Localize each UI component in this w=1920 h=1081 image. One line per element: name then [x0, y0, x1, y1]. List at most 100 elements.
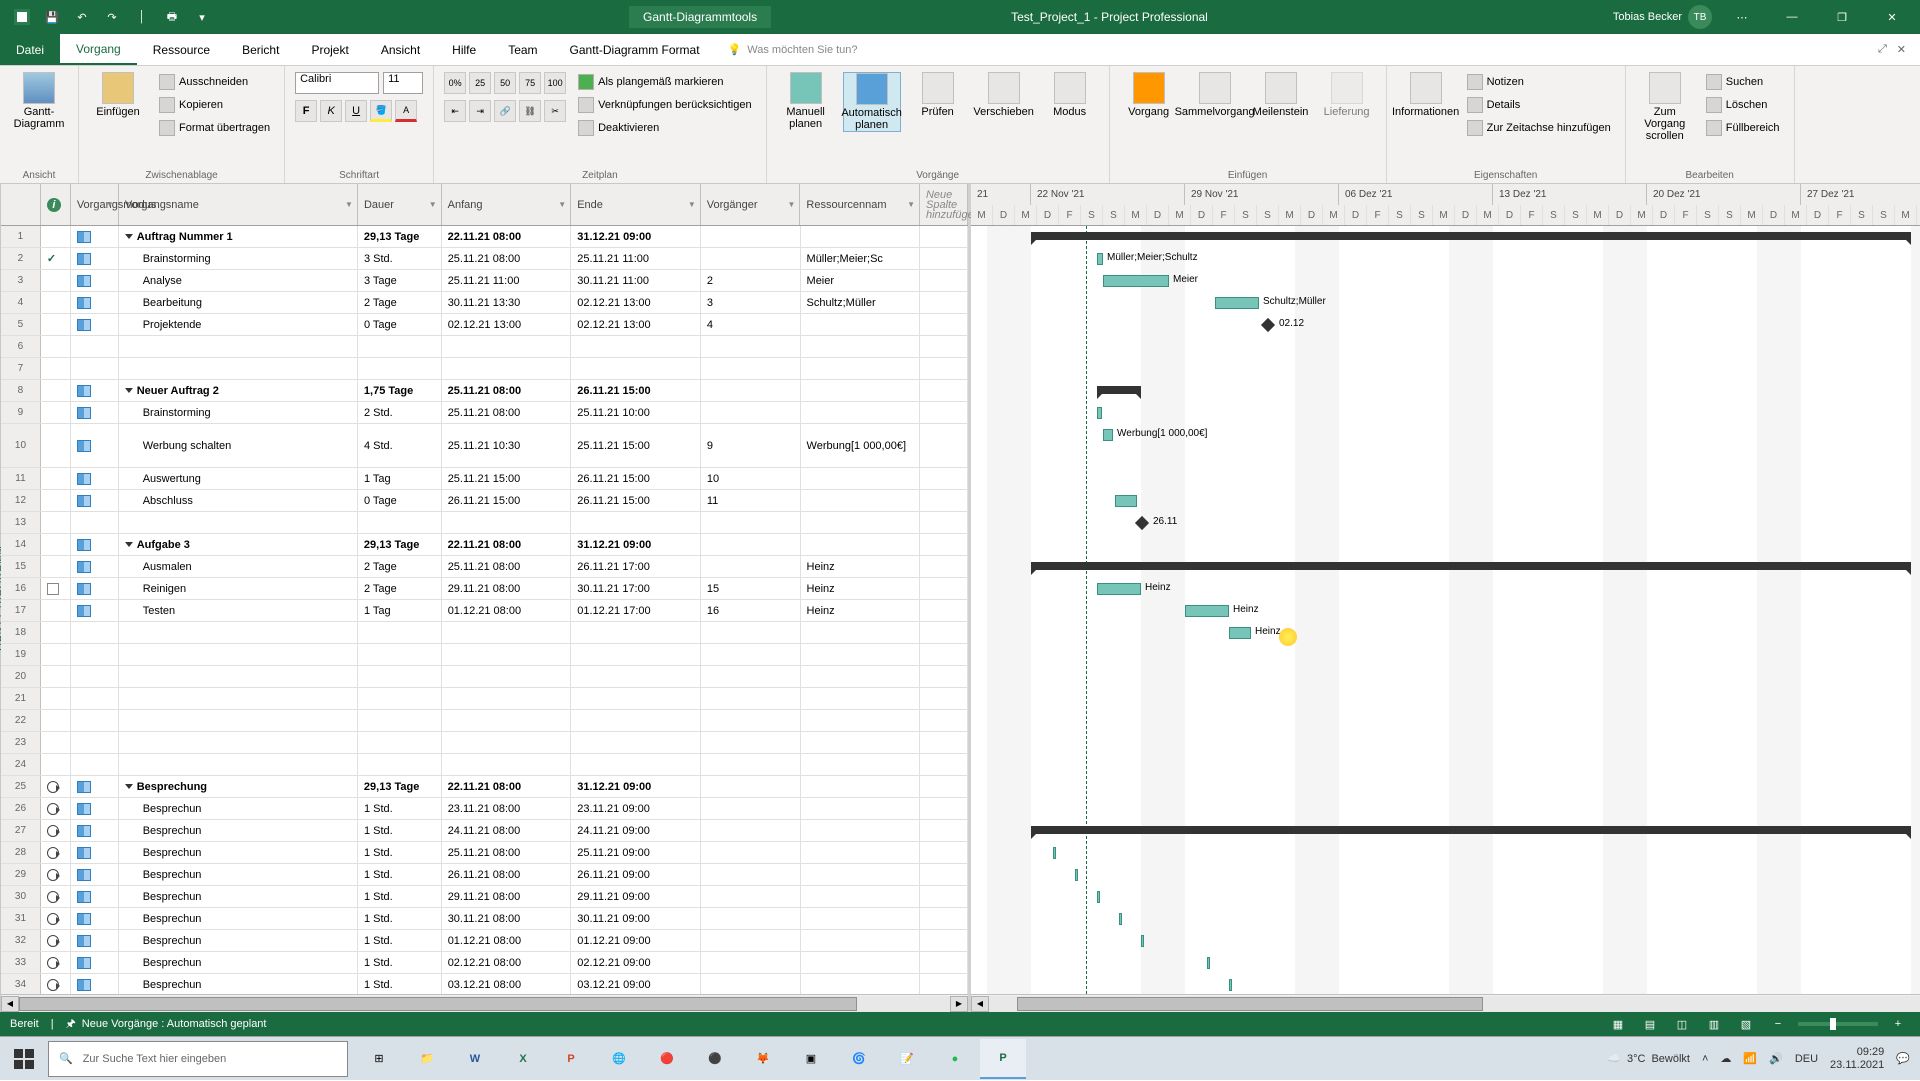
duration-cell[interactable]: 2 Tage [358, 556, 442, 577]
mode-cell[interactable] [71, 380, 119, 401]
app-icon[interactable] [10, 5, 34, 29]
row-number[interactable]: 21 [1, 688, 41, 709]
name-cell[interactable]: Besprechun [119, 886, 358, 907]
end-cell[interactable]: 02.12.21 13:00 [571, 314, 701, 335]
gantt-task-bar[interactable] [1103, 429, 1113, 441]
end-cell[interactable] [571, 512, 701, 533]
mode-cell[interactable] [71, 908, 119, 929]
indicator-cell[interactable] [41, 336, 71, 357]
gantt-task-bar[interactable] [1097, 583, 1141, 595]
resource-cell[interactable] [801, 908, 921, 929]
duration-cell[interactable]: 0 Tage [358, 490, 442, 511]
notifications-icon[interactable]: 💬 [1896, 1052, 1910, 1065]
information-button[interactable]: Informationen [1397, 72, 1455, 118]
start-cell[interactable] [442, 732, 572, 753]
predecessor-cell[interactable] [701, 380, 801, 401]
newcol-cell[interactable] [920, 336, 968, 357]
newcol-cell[interactable] [920, 952, 968, 973]
predecessor-cell[interactable] [701, 534, 801, 555]
gantt-task-bar[interactable] [1097, 253, 1103, 265]
predecessor-cell[interactable] [701, 336, 801, 357]
start-cell[interactable] [442, 358, 572, 379]
end-cell[interactable] [571, 710, 701, 731]
pct-0-button[interactable]: 0% [444, 72, 466, 94]
row-number[interactable]: 6 [1, 336, 41, 357]
indicator-cell[interactable] [41, 424, 71, 467]
end-cell[interactable]: 30.11.21 09:00 [571, 908, 701, 929]
resource-cell[interactable]: Heinz [801, 556, 921, 577]
clock[interactable]: 09:29 23.11.2021 [1830, 1046, 1884, 1072]
predecessor-cell[interactable] [701, 248, 801, 269]
notes-button[interactable]: Notizen [1463, 72, 1615, 92]
header-duration[interactable]: Dauer▼ [358, 184, 442, 225]
gantt-recurring-tick[interactable] [1207, 957, 1210, 969]
resource-cell[interactable]: Heinz [801, 578, 921, 599]
duration-cell[interactable]: 1 Std. [358, 952, 442, 973]
indicator-cell[interactable] [41, 534, 71, 555]
weather-widget[interactable]: ☁️ 3°C Bewölkt [1607, 1052, 1690, 1065]
start-cell[interactable]: 23.11.21 08:00 [442, 798, 572, 819]
newcol-cell[interactable] [920, 886, 968, 907]
mode-cell[interactable] [71, 930, 119, 951]
indicator-cell[interactable] [41, 666, 71, 687]
indicator-cell[interactable] [41, 292, 71, 313]
row-number[interactable]: 5 [1, 314, 41, 335]
indicator-cell[interactable] [41, 688, 71, 709]
duration-cell[interactable]: 1 Std. [358, 908, 442, 929]
resource-cell[interactable] [801, 842, 921, 863]
row-number[interactable]: 9 [1, 402, 41, 423]
newcol-cell[interactable] [920, 798, 968, 819]
zoom-out-icon[interactable]: − [1766, 1015, 1790, 1033]
gantt-recurring-tick[interactable] [1141, 935, 1144, 947]
split-button[interactable]: ✂ [544, 100, 566, 122]
help-icon[interactable]: ✕ [1897, 43, 1906, 56]
save-icon[interactable]: 💾 [40, 5, 64, 29]
newcol-cell[interactable] [920, 666, 968, 687]
view-team-icon[interactable]: ◫ [1670, 1015, 1694, 1033]
name-cell[interactable]: Neuer Auftrag 2 [119, 380, 358, 401]
end-cell[interactable]: 24.11.21 09:00 [571, 820, 701, 841]
resource-cell[interactable] [801, 358, 921, 379]
copy-button[interactable]: Kopieren [155, 95, 274, 115]
row-number[interactable]: 1 [1, 226, 41, 247]
mode-cell[interactable] [71, 622, 119, 643]
name-cell[interactable]: Abschluss [119, 490, 358, 511]
chrome-icon[interactable]: 🔴 [644, 1039, 690, 1079]
gantt-task-bar[interactable] [1215, 297, 1259, 309]
name-cell[interactable] [119, 644, 358, 665]
table-row[interactable]: 10Werbung schalten4 Std.25.11.21 10:3025… [1, 424, 968, 468]
row-number[interactable]: 13 [1, 512, 41, 533]
table-row[interactable]: 16Reinigen2 Tage29.11.21 08:0030.11.21 1… [1, 578, 968, 600]
gantt-summary-bar[interactable] [1097, 386, 1141, 394]
manual-schedule-button[interactable]: Manuell planen [777, 72, 835, 130]
duration-cell[interactable]: 4 Std. [358, 424, 442, 467]
gantt-task-bar[interactable] [1185, 605, 1229, 617]
mode-cell[interactable] [71, 336, 119, 357]
predecessor-cell[interactable] [701, 688, 801, 709]
row-number[interactable]: 22 [1, 710, 41, 731]
row-number[interactable]: 19 [1, 644, 41, 665]
indicator-cell[interactable] [41, 952, 71, 973]
mode-cell[interactable] [71, 512, 119, 533]
row-number[interactable]: 30 [1, 886, 41, 907]
gantt-task-bar[interactable] [1115, 495, 1137, 507]
end-cell[interactable]: 31.12.21 09:00 [571, 534, 701, 555]
view-usage-icon[interactable]: ▤ [1638, 1015, 1662, 1033]
start-cell[interactable]: 25.11.21 15:00 [442, 468, 572, 489]
duration-cell[interactable]: 3 Std. [358, 248, 442, 269]
resource-cell[interactable] [801, 380, 921, 401]
delete-button[interactable]: Löschen [1702, 95, 1784, 115]
mode-button[interactable]: Modus [1041, 72, 1099, 118]
font-size-combo[interactable]: 11 [383, 72, 423, 94]
duration-cell[interactable] [358, 754, 442, 775]
qat-customize-icon[interactable]: ▾ [190, 5, 214, 29]
start-cell[interactable]: 25.11.21 08:00 [442, 402, 572, 423]
end-cell[interactable] [571, 358, 701, 379]
table-row[interactable]: 26Besprechun1 Std.23.11.21 08:0023.11.21… [1, 798, 968, 820]
newcol-cell[interactable] [920, 732, 968, 753]
table-row[interactable]: 17Testen1 Tag01.12.21 08:0001.12.21 17:0… [1, 600, 968, 622]
mode-cell[interactable] [71, 886, 119, 907]
name-cell[interactable] [119, 732, 358, 753]
newcol-cell[interactable] [920, 270, 968, 291]
scroll-left-icon[interactable]: ◀ [1, 996, 19, 1012]
